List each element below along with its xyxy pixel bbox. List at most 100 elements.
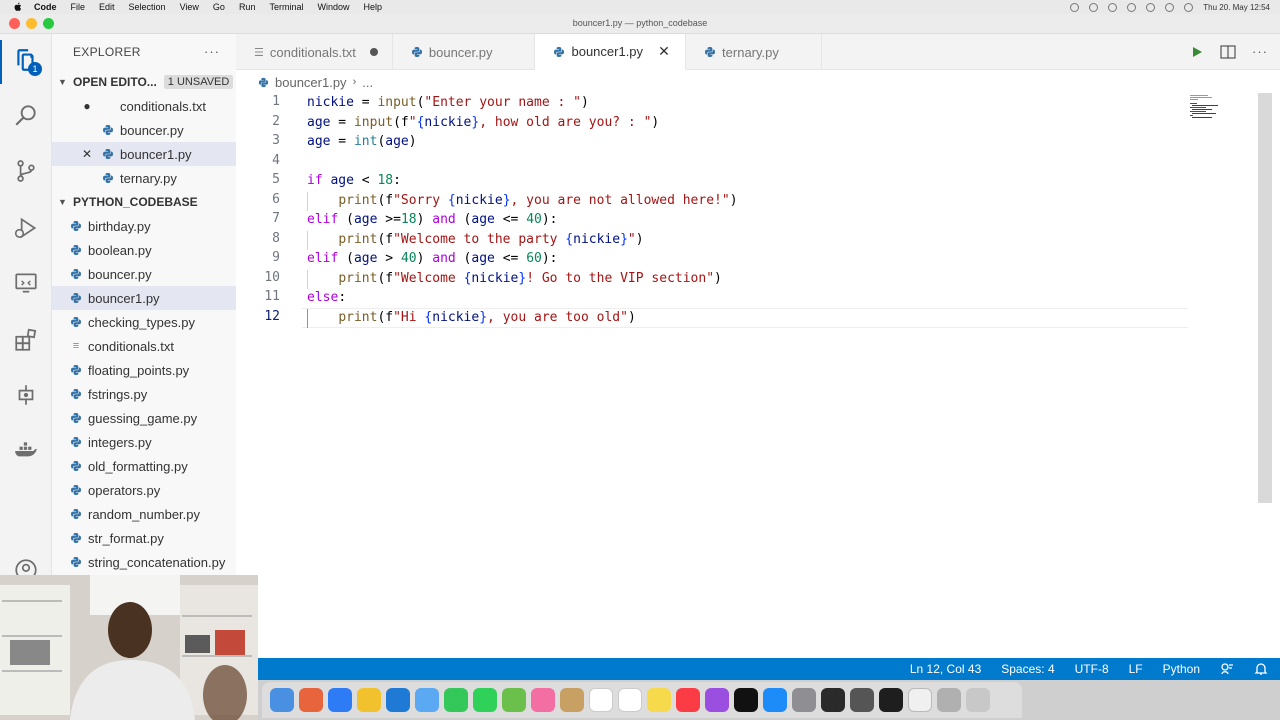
facetime-icon[interactable] (444, 688, 468, 712)
menu-help[interactable]: Help (363, 2, 382, 12)
menu-view[interactable]: View (180, 2, 199, 12)
unsaved-dot-icon[interactable]: ● (82, 99, 92, 113)
cursor-position[interactable]: Ln 12, Col 43 (910, 662, 981, 676)
indentation-setting[interactable]: Spaces: 4 (1001, 662, 1054, 676)
open-editors-section[interactable]: ▼ OPEN EDITO... 1 UNSAVED (52, 70, 236, 94)
folder-section[interactable]: ▼ PYTHON_CODEBASE (52, 190, 236, 214)
folder-file-item[interactable]: fstrings.py (52, 382, 236, 406)
close-icon[interactable]: ✕ (82, 147, 92, 161)
explorer-icon[interactable]: 1 (12, 46, 42, 76)
open-editor-conditionals-txt[interactable]: ● conditionals.txt (52, 94, 236, 118)
screenflow-icon[interactable] (850, 688, 874, 712)
system-preferences-icon[interactable] (792, 688, 816, 712)
close-icon[interactable]: ✕ (657, 43, 671, 60)
tab-ternary-py[interactable]: ternary.py (686, 34, 822, 70)
code-line[interactable]: elif (age >=18) and (age <= 40): (307, 210, 558, 229)
language-mode[interactable]: Python (1163, 662, 1200, 676)
menubar-clock[interactable]: Thu 20. May 12:54 (1203, 3, 1270, 12)
eol-setting[interactable]: LF (1129, 662, 1143, 676)
encoding-setting[interactable]: UTF-8 (1075, 662, 1109, 676)
folder-file-item[interactable]: bouncer.py (52, 262, 236, 286)
open-editor-bouncer1-py[interactable]: ✕ bouncer1.py (52, 142, 236, 166)
more-actions-icon[interactable]: ··· (1252, 44, 1268, 59)
code-line[interactable]: print(f"Hi {nickie}, you are too old") (307, 308, 635, 327)
breadcrumb-more[interactable]: ... (362, 75, 373, 90)
code-line[interactable]: if age < 18: (307, 171, 401, 190)
creative-cloud-icon[interactable] (1070, 2, 1080, 12)
tab-bouncer1-py[interactable]: bouncer1.py ✕ (535, 34, 687, 70)
code-editor[interactable]: 1 2 3 4 5 6 7 8 9 10 11 12 nickie = input("Enter yo… (236, 93, 1280, 658)
spotlight-icon[interactable] (1165, 2, 1175, 12)
controller-icon[interactable] (1089, 2, 1099, 12)
open-editor-ternary-py[interactable]: ternary.py (52, 166, 236, 190)
open-editor-bouncer-py[interactable]: bouncer.py (52, 118, 236, 142)
run-debug-icon[interactable] (12, 214, 40, 242)
contacts-icon[interactable] (560, 688, 584, 712)
mail-icon[interactable] (415, 688, 439, 712)
code-line[interactable]: nickie = input("Enter your name : ") (307, 93, 589, 112)
menu-window[interactable]: Window (317, 2, 349, 12)
trash-icon[interactable] (966, 688, 990, 712)
folder-file-item[interactable]: ≡ conditionals.txt (52, 334, 236, 358)
explorer-more-button[interactable]: ··· (204, 44, 220, 59)
folder-file-item[interactable]: birthday.py (52, 214, 236, 238)
document-icon[interactable] (908, 688, 932, 712)
folder-file-item[interactable]: random_number.py (52, 502, 236, 526)
quicktime-icon[interactable] (821, 688, 845, 712)
menu-terminal[interactable]: Terminal (269, 2, 303, 12)
vertical-scrollbar[interactable] (1258, 93, 1272, 503)
folder-file-item[interactable]: boolean.py (52, 238, 236, 262)
notes-icon[interactable] (647, 688, 671, 712)
folder-file-item[interactable]: floating_points.py (52, 358, 236, 382)
bluetooth-icon[interactable] (1127, 2, 1137, 12)
code-line[interactable]: print(f"Sorry {nickie}, you are not allo… (307, 191, 737, 210)
menu-app-code[interactable]: Code (34, 2, 57, 12)
folder-file-item[interactable]: guessing_game.py (52, 406, 236, 430)
split-editor-icon[interactable] (1220, 44, 1236, 59)
folder-file-item[interactable]: str_format.py (52, 526, 236, 550)
folder-file-item[interactable]: bouncer1.py (52, 286, 236, 310)
folder-file-item[interactable]: operators.py (52, 478, 236, 502)
extensions-icon[interactable] (12, 326, 40, 354)
terminal-icon[interactable] (879, 688, 903, 712)
tab-bouncer-py[interactable]: bouncer.py (393, 34, 536, 70)
code-line[interactable]: age = input(f"{nickie}, how old are you?… (307, 113, 659, 132)
code-line[interactable]: print(f"Welcome {nickie}! Go to the VIP … (307, 269, 722, 288)
folder-file-item[interactable]: checking_types.py (52, 310, 236, 334)
wifi-icon[interactable] (1146, 2, 1156, 12)
code-line[interactable]: else: (307, 288, 346, 307)
podcasts-icon[interactable] (705, 688, 729, 712)
breadcrumb-file[interactable]: bouncer1.py (275, 75, 347, 90)
menu-go[interactable]: Go (213, 2, 225, 12)
folder-file-item[interactable]: old_formatting.py (52, 454, 236, 478)
photos-icon[interactable] (531, 688, 555, 712)
code-line[interactable]: age = int(age) (307, 132, 417, 151)
apple-tv-icon[interactable] (734, 688, 758, 712)
app-store-icon[interactable] (763, 688, 787, 712)
unsaved-dot-icon[interactable] (369, 48, 378, 56)
menu-edit[interactable]: Edit (99, 2, 115, 12)
launchpad-icon[interactable] (299, 688, 323, 712)
control-center-icon[interactable] (1184, 2, 1194, 12)
safari-icon[interactable] (328, 688, 352, 712)
music-icon[interactable] (676, 688, 700, 712)
menu-selection[interactable]: Selection (129, 2, 166, 12)
feedback-icon[interactable] (1220, 662, 1234, 676)
minimap[interactable] (1188, 93, 1258, 658)
tab-conditionals-txt[interactable]: ☰ conditionals.txt (236, 34, 393, 70)
docker-icon[interactable] (12, 437, 40, 465)
source-control-icon[interactable] (12, 157, 40, 185)
code-line[interactable]: print(f"Welcome to the party {nickie}") (307, 230, 643, 249)
folder-file-item[interactable]: string_concatenation.py (52, 550, 236, 574)
chrome-icon[interactable] (357, 688, 381, 712)
menu-file[interactable]: File (71, 2, 86, 12)
folder-file-item[interactable]: integers.py (52, 430, 236, 454)
notifications-bell-icon[interactable] (1254, 662, 1268, 676)
reminders-icon[interactable] (618, 688, 642, 712)
search-icon[interactable] (12, 101, 40, 129)
menu-run[interactable]: Run (239, 2, 256, 12)
run-file-icon[interactable] (1190, 45, 1204, 59)
battery-icon[interactable] (1108, 2, 1118, 12)
vscode-icon[interactable] (386, 688, 410, 712)
remote-explorer-icon[interactable] (12, 269, 40, 297)
